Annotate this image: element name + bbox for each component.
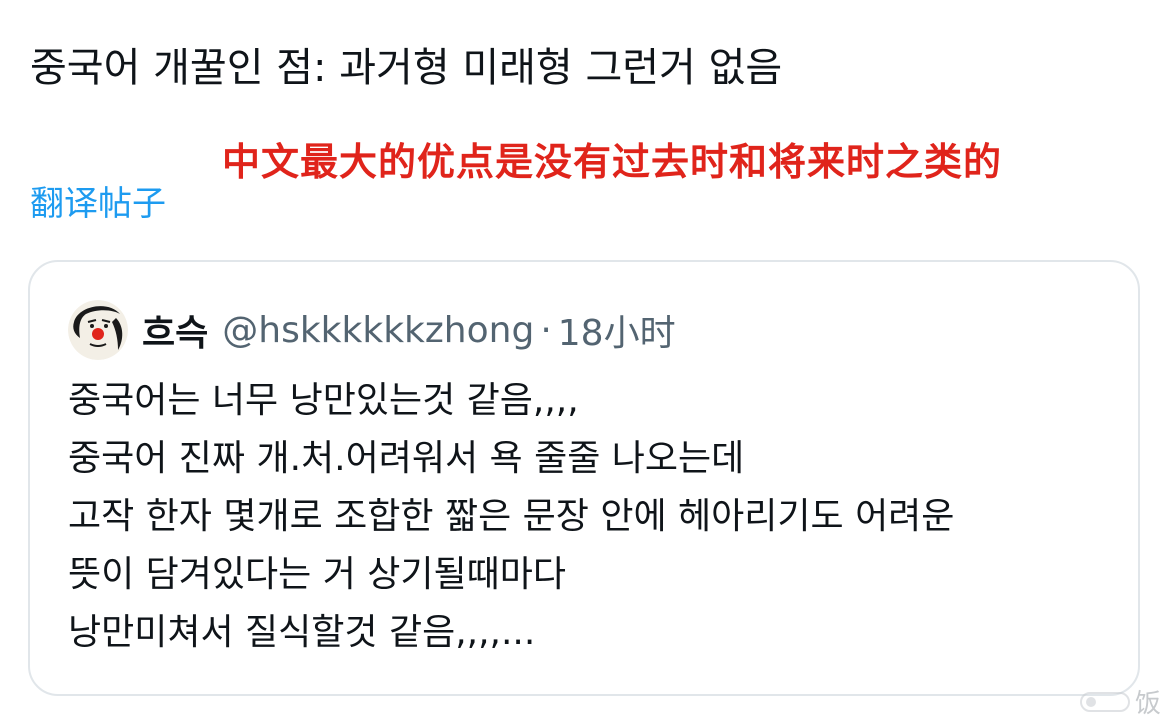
avatar[interactable] [68,300,128,360]
display-name[interactable]: 흐슥 [142,304,208,356]
quote-line: 중국어는 너무 낭만있는것 같음,,,, [68,380,579,421]
quoted-tweet-card[interactable]: 흐슥 @hskkkkkkzhong · 18小时 중국어는 너무 낭만있는것 같… [28,260,1140,696]
watermark-logo-icon [1079,691,1130,712]
avatar-image [68,300,128,360]
timestamp[interactable]: 18小时 [558,304,676,356]
translate-post-link[interactable]: 翻译帖子 [30,180,166,228]
quoted-tweet-body: 중국어는 너무 낭만있는것 같음,,,, 중국어 진짜 개.처.어려워서 욕 줄… [68,372,1128,662]
quote-line: 낭만미쳐서 질식할것 같음,,,,... [68,612,536,653]
separator-dot: · [540,309,552,351]
watermark: 饭 [1079,683,1161,720]
user-handle[interactable]: @hskkkkkkzhong [222,310,534,351]
quote-line: 뜻이 담겨있다는 거 상기될때마다 [68,554,567,595]
translation-annotation: 中文最大的优点是没有过去时和将来时之类的 [222,140,1003,184]
quote-line: 중국어 진짜 개.처.어려워서 욕 줄줄 나오는데 [68,438,745,479]
quoted-tweet-header: 흐슥 @hskkkkkkzhong · 18小时 [68,298,676,362]
quote-line: 고작 한자 몇개로 조합한 짧은 문장 안에 헤아리기도 어려운 [68,496,955,537]
watermark-text: 饭 [1134,689,1161,719]
tweet-text: 중국어 개꿀인 점: 과거형 미래형 그런거 없음 [30,45,783,91]
